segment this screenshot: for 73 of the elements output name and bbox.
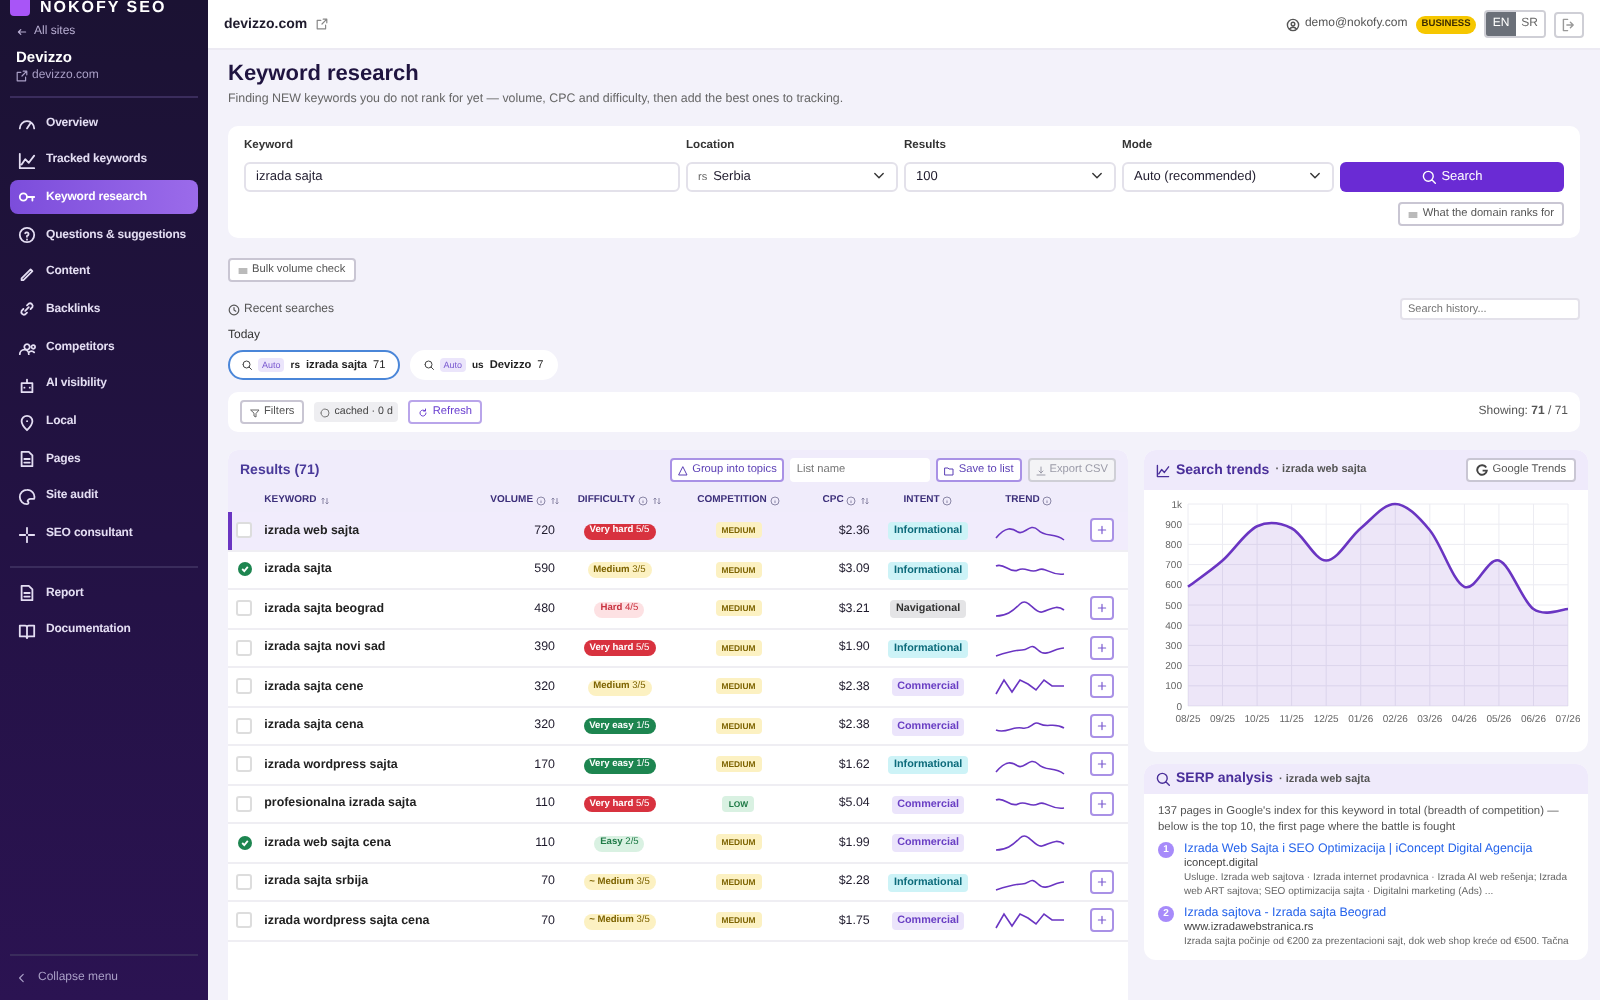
plus-icon [1095, 875, 1108, 888]
document-icon [18, 584, 36, 603]
sparkline [993, 596, 1065, 621]
logo-text: NOKOFY SEO [40, 0, 167, 15]
sort-icon[interactable] [319, 495, 330, 505]
add-button[interactable] [1089, 635, 1114, 660]
filter-icon [250, 407, 260, 417]
add-button[interactable] [1089, 713, 1114, 738]
logout-icon [1562, 17, 1576, 31]
sort-icon[interactable] [549, 495, 560, 505]
pen-icon [18, 263, 36, 282]
add-button[interactable] [1089, 791, 1114, 816]
add-button[interactable] [1089, 518, 1114, 543]
robot-icon [18, 375, 36, 394]
sort-icon[interactable] [651, 495, 662, 505]
download-icon [1035, 465, 1046, 475]
add-button[interactable] [1089, 674, 1114, 699]
plus-icon [1095, 914, 1108, 927]
palette-icon [18, 487, 36, 506]
search-icon [423, 360, 434, 370]
row-checkbox[interactable] [236, 600, 253, 617]
user-icon [1286, 17, 1301, 31]
chevron-down-icon [1308, 168, 1322, 182]
row-checkbox[interactable] [236, 522, 253, 539]
refresh-icon [418, 407, 429, 417]
plus-icon [1095, 524, 1108, 537]
sort-icon[interactable] [859, 495, 870, 505]
row-checkbox[interactable] [236, 795, 253, 812]
logo-icon [10, 0, 30, 16]
plus-icon [1095, 680, 1108, 693]
pin-icon [18, 413, 36, 431]
row-checkbox[interactable] [236, 678, 253, 695]
search-icon [1421, 170, 1436, 184]
folder-icon [944, 465, 955, 475]
add-button[interactable] [1089, 596, 1114, 621]
chevron-left-icon [16, 972, 28, 984]
gauge-icon [18, 114, 36, 132]
add-button[interactable] [1089, 869, 1114, 894]
clock-icon [228, 303, 240, 315]
chart-icon [18, 151, 36, 170]
link-icon [18, 300, 36, 319]
external-link-icon [315, 18, 328, 30]
page-title: Keyword research [228, 62, 421, 86]
triangle-icon [678, 465, 689, 475]
plus-icon [1095, 797, 1108, 810]
chart-icon [1156, 463, 1170, 477]
row-checkbox[interactable] [236, 912, 253, 929]
people-icon [18, 338, 36, 357]
plus-icon [1095, 758, 1108, 771]
logout-button[interactable] [1554, 11, 1584, 37]
external-link-icon [16, 70, 28, 82]
key-icon [18, 188, 36, 207]
sparkline [993, 830, 1065, 855]
sparkline [993, 908, 1065, 933]
plus-icon [1095, 641, 1108, 654]
row-checkbox[interactable] [236, 639, 253, 656]
arrow-left-icon [16, 26, 28, 38]
plus-icon [1095, 719, 1108, 732]
row-checkbox[interactable] [236, 756, 253, 773]
row-checkbox[interactable] [236, 873, 253, 890]
row-checkbox[interactable] [236, 717, 253, 734]
chevron-down-icon [1090, 168, 1104, 182]
google-icon [1476, 464, 1489, 476]
add-button[interactable] [1089, 908, 1114, 933]
book-icon [18, 621, 36, 640]
page-icon [18, 450, 36, 469]
sparkline [993, 674, 1065, 699]
search-icon [242, 360, 252, 370]
chevron-down-icon [872, 168, 886, 182]
add-button[interactable] [1089, 752, 1114, 777]
question-icon [18, 226, 36, 245]
plus-icon [1095, 602, 1108, 615]
search-icon [1156, 772, 1170, 786]
